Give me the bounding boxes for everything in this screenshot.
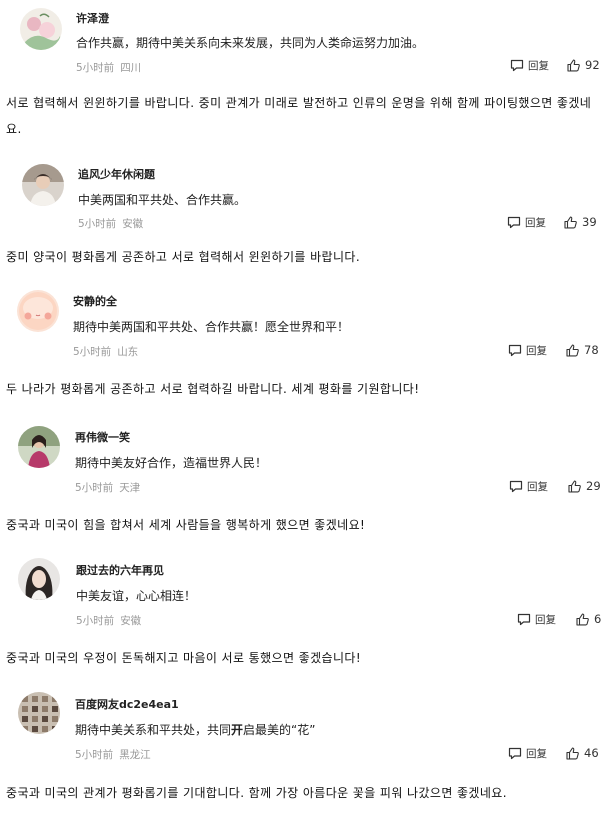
reply-button[interactable]: 回复 (509, 479, 548, 494)
comment-text: 合作共赢，期待中美关系向未来发展，共同为人类命运努力加油。 (76, 36, 425, 50)
comment-text: 期待中美友好合作，造福世界人民！ (75, 456, 268, 470)
like-button[interactable]: 29 (568, 479, 601, 493)
avatar-image (18, 692, 60, 734)
comment-meta: 5小时前 天津 (75, 480, 140, 495)
comment-location: 黑龙江 (119, 749, 151, 761)
avatar-image (20, 8, 62, 50)
username[interactable]: 再伟微一笑 (75, 429, 130, 445)
username[interactable]: 百度网友dc2e4ea1 (75, 696, 179, 712)
avatar[interactable] (18, 426, 60, 468)
reply-button[interactable]: 回复 (507, 215, 546, 230)
comment-bubble-icon (510, 59, 524, 72)
reply-label: 回复 (528, 60, 549, 72)
like-button[interactable]: 78 (566, 343, 599, 357)
comment-meta: 5小时前 四川 (76, 60, 141, 75)
username[interactable]: 跟过去的六年再见 (76, 562, 164, 578)
comment-meta: 5小时前 安徽 (78, 216, 143, 231)
comment-text-bold: 开 (231, 723, 244, 737)
like-button[interactable]: 46 (566, 746, 599, 760)
comment-time: 5小时前 (73, 346, 112, 358)
thumbs-up-icon (566, 343, 579, 357)
avatar[interactable] (22, 164, 64, 206)
comment-bubble-icon (508, 344, 522, 357)
comment-translation: 중미 양국이 평화롭게 공존하고 서로 협력해서 윈윈하기를 바랍니다. (6, 250, 361, 264)
comment-text-part: 启最美的“花” (243, 723, 316, 737)
username[interactable]: 安静的全 (73, 293, 117, 309)
thumbs-up-icon (568, 479, 581, 493)
avatar[interactable] (20, 8, 62, 50)
comment-time: 5小时前 (75, 749, 114, 761)
comment-time: 5小时前 (76, 62, 115, 74)
comment-text: 中美友谊，心心相连！ (76, 589, 197, 603)
comment-translation: 서로 협력해서 윈윈하기를 바랍니다. 중미 관계가 미래로 발전하고 인류의 … (6, 96, 592, 136)
comment-bubble-icon (517, 613, 531, 626)
reply-button[interactable]: 回复 (517, 612, 556, 627)
avatar-image (22, 164, 64, 206)
avatar-image (18, 426, 60, 468)
username[interactable]: 许泽澄 (76, 10, 109, 26)
thumbs-up-icon (564, 215, 577, 229)
like-count: 46 (584, 746, 599, 760)
avatar-image (17, 290, 59, 332)
like-button[interactable]: 6 (576, 612, 601, 626)
comment-translation: 중국과 미국의 관계가 평화롭기를 기대합니다. 함께 가장 아름다운 꽃을 피… (6, 786, 507, 800)
comment-bubble-icon (507, 216, 521, 229)
comment-location: 山东 (117, 346, 139, 358)
thumbs-up-icon (566, 746, 579, 760)
comment-time: 5小时前 (75, 482, 114, 494)
like-button[interactable]: 39 (564, 215, 597, 229)
avatar[interactable] (18, 692, 60, 734)
reply-button[interactable]: 回复 (510, 58, 549, 73)
comment-location: 天津 (119, 482, 141, 494)
reply-label: 回复 (526, 345, 547, 357)
comment-meta: 5小时前 山东 (73, 344, 138, 359)
comment-time: 5小时前 (78, 218, 117, 230)
avatar-image (18, 558, 60, 600)
reply-label: 回复 (525, 217, 546, 229)
avatar[interactable] (18, 558, 60, 600)
comment-bubble-icon (508, 747, 522, 760)
reply-button[interactable]: 回复 (508, 746, 547, 761)
reply-label: 回复 (535, 614, 556, 626)
comment-text-part: 期待中美关系和平共处，共同 (75, 723, 232, 737)
thumbs-up-icon (567, 58, 580, 72)
reply-label: 回复 (527, 481, 548, 493)
comment-bubble-icon (509, 480, 523, 493)
comment-translation: 두 나라가 평화롭게 공존하고 서로 협력하길 바랍니다. 세계 평화를 기원합… (6, 382, 420, 396)
comment-meta: 5小时前 安徽 (76, 613, 141, 628)
comment-text: 中美两国和平共处、合作共赢。 (78, 193, 247, 207)
username[interactable]: 追风少年休闲题 (78, 166, 155, 182)
comment-text: 期待中美两国和平共处、合作共赢！愿全世界和平！ (73, 320, 350, 334)
like-count: 78 (584, 343, 599, 357)
comment-location: 安徽 (122, 218, 144, 230)
like-count: 92 (585, 58, 600, 72)
comment-location: 安徽 (120, 615, 142, 627)
thumbs-up-icon (576, 612, 589, 626)
comment-location: 四川 (120, 62, 142, 74)
avatar[interactable] (17, 290, 59, 332)
like-count: 29 (586, 479, 601, 493)
comment-meta: 5小时前 黑龙江 (75, 747, 151, 762)
like-count: 6 (594, 612, 602, 626)
like-count: 39 (582, 215, 597, 229)
like-button[interactable]: 92 (567, 58, 600, 72)
comment-translation: 중국과 미국이 힘을 합쳐서 세계 사람들을 행복하게 했으면 좋겠네요! (6, 518, 366, 532)
reply-button[interactable]: 回复 (508, 343, 547, 358)
comment-text: 期待中美关系和平共处，共同开启最美的“花” (75, 721, 315, 738)
comment-translation: 중국과 미국의 우정이 돈독해지고 마음이 서로 통했으면 좋겠습니다! (6, 651, 362, 665)
comment-time: 5小时前 (76, 615, 115, 627)
reply-label: 回复 (526, 748, 547, 760)
